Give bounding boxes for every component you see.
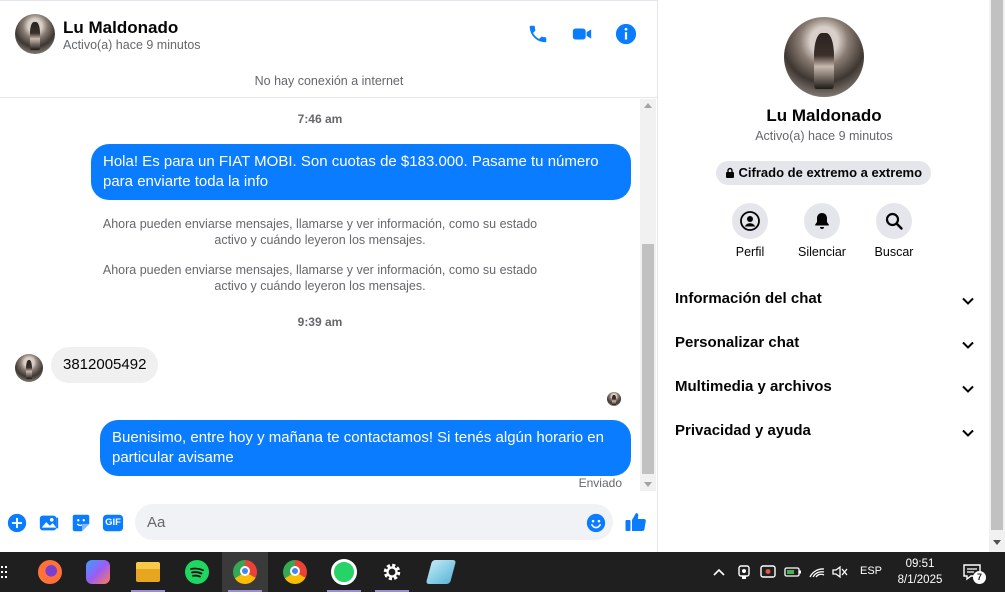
chevron-down-icon xyxy=(962,341,974,349)
profile-action[interactable]: Perfil xyxy=(715,203,785,259)
security-tray-icon[interactable] xyxy=(760,564,776,604)
spotify-taskbar-button[interactable] xyxy=(174,552,220,592)
sent-status: Enviado xyxy=(578,476,622,490)
gif-icon[interactable]: GIF xyxy=(102,512,124,534)
contact-name[interactable]: Lu Maldonado xyxy=(63,18,178,38)
clock-date: 8/1/2025 xyxy=(897,574,943,586)
timestamp: 7:46 am xyxy=(297,112,343,126)
chrome-profile-taskbar-button[interactable] xyxy=(222,552,268,592)
chevron-up-icon[interactable] xyxy=(712,566,726,606)
message-list: 7:46 am Hola! Es para un FIAT MOBI. Son … xyxy=(0,99,640,491)
gif-label: GIF xyxy=(105,517,121,528)
spotify-icon xyxy=(185,560,209,584)
video-call-icon[interactable] xyxy=(571,23,593,45)
notifications-icon[interactable]: 7 xyxy=(962,562,986,602)
settings-taskbar-button[interactable] xyxy=(369,552,415,592)
connection-notice: No hay conexión a internet xyxy=(0,66,658,98)
plus-icon[interactable] xyxy=(6,512,28,534)
section-label: Privacidad y ayuda xyxy=(675,422,811,439)
profile-action-label: Perfil xyxy=(735,245,765,259)
notification-count: 7 xyxy=(973,571,986,584)
file-explorer-taskbar-button[interactable] xyxy=(125,552,171,592)
wifi-tray-icon[interactable] xyxy=(808,564,826,604)
mute-action-label: Silenciar xyxy=(798,245,846,259)
system-notice: Ahora pueden enviarse mensajes, llamarse… xyxy=(102,263,538,293)
e2e-label: Cifrado de extremo a extremo xyxy=(738,165,923,180)
search-action-label: Buscar xyxy=(874,245,914,259)
chrome-taskbar-button[interactable] xyxy=(272,552,318,592)
sticker-icon[interactable] xyxy=(70,512,92,534)
firefox-icon xyxy=(38,560,62,584)
section-media-files[interactable]: Multimedia y archivos xyxy=(675,378,975,402)
start-edge-icon[interactable] xyxy=(0,564,8,580)
incoming-message[interactable]: 3812005492 xyxy=(51,347,159,383)
outgoing-message[interactable]: Hola! Es para un FIAT MOBI. Son cuotas d… xyxy=(91,144,631,200)
chevron-down-icon xyxy=(962,297,974,305)
firefox-taskbar-button[interactable] xyxy=(27,552,73,592)
section-label: Información del chat xyxy=(675,290,822,307)
folder-icon xyxy=(136,562,160,582)
section-privacy-help[interactable]: Privacidad y ayuda xyxy=(675,422,975,446)
sender-avatar[interactable] xyxy=(15,354,43,382)
app-taskbar-button[interactable] xyxy=(418,552,464,592)
messenger-window: Lu Maldonado Activo(a) hace 9 minutos No… xyxy=(0,0,1005,552)
page-scrollbar[interactable] xyxy=(989,0,1005,552)
copilot-taskbar-button[interactable] xyxy=(75,552,121,592)
clock-time: 09:51 xyxy=(905,558,935,570)
section-label: Personalizar chat xyxy=(675,334,800,351)
taskbar: ESP 09:51 8/1/2025 7 xyxy=(0,552,1005,592)
chevron-down-icon xyxy=(962,429,974,437)
like-icon[interactable] xyxy=(624,510,646,532)
composer: GIF xyxy=(0,496,658,552)
system-notice: Ahora pueden enviarse mensajes, llamarse… xyxy=(102,217,538,247)
emoji-icon[interactable] xyxy=(585,512,607,534)
page-scroll-down-arrow[interactable] xyxy=(993,540,1001,545)
info-icon[interactable] xyxy=(615,23,637,45)
chat-details-panel: Lu Maldonado Activo(a) hace 9 minutos Ci… xyxy=(659,0,989,552)
whatsapp-icon xyxy=(331,559,357,585)
mute-action[interactable]: Silenciar xyxy=(787,203,857,259)
whatsapp-taskbar-button[interactable] xyxy=(321,552,367,592)
message-input[interactable] xyxy=(135,504,613,540)
volume-muted-icon[interactable] xyxy=(831,564,849,604)
chevron-down-icon xyxy=(962,385,974,393)
contact-status: Activo(a) hace 9 minutos xyxy=(63,38,201,52)
battery-tray-icon[interactable] xyxy=(784,565,802,605)
scroll-thumb[interactable] xyxy=(642,244,654,474)
image-icon[interactable] xyxy=(38,512,60,534)
section-label: Multimedia y archivos xyxy=(675,378,832,395)
app-icon xyxy=(425,560,457,584)
chat-header: Lu Maldonado Activo(a) hace 9 minutos xyxy=(0,0,658,66)
language-indicator[interactable]: ESP xyxy=(860,565,882,605)
search-icon xyxy=(885,212,903,230)
e2e-badge[interactable]: Cifrado de extremo a extremo xyxy=(716,161,931,185)
user-icon xyxy=(740,211,760,231)
profile-status: Activo(a) hace 9 minutos xyxy=(755,129,893,143)
section-chat-info[interactable]: Información del chat xyxy=(675,290,975,314)
search-action[interactable]: Buscar xyxy=(859,203,929,259)
gear-icon xyxy=(380,560,404,584)
timestamp: 9:39 am xyxy=(297,315,343,329)
lock-icon xyxy=(725,167,734,178)
bell-icon xyxy=(815,213,829,229)
outgoing-message[interactable]: Buenisimo, entre hoy y mañana te contact… xyxy=(100,420,631,476)
profile-avatar[interactable] xyxy=(784,17,864,97)
copilot-icon xyxy=(86,560,110,584)
phone-icon[interactable] xyxy=(527,23,549,45)
scroll-down-arrow[interactable] xyxy=(644,482,652,487)
clock[interactable]: 09:51 8/1/2025 xyxy=(890,556,950,588)
seen-avatar xyxy=(607,392,621,406)
camera-tray-icon[interactable] xyxy=(737,564,751,604)
chat-pane: Lu Maldonado Activo(a) hace 9 minutos No… xyxy=(0,0,658,552)
page-scroll-thumb[interactable] xyxy=(991,0,1003,530)
scroll-up-arrow[interactable] xyxy=(644,103,652,108)
section-customize-chat[interactable]: Personalizar chat xyxy=(675,334,975,358)
contact-avatar[interactable] xyxy=(15,14,55,54)
message-scrollbar[interactable] xyxy=(640,99,656,491)
profile-name: Lu Maldonado xyxy=(766,106,882,125)
